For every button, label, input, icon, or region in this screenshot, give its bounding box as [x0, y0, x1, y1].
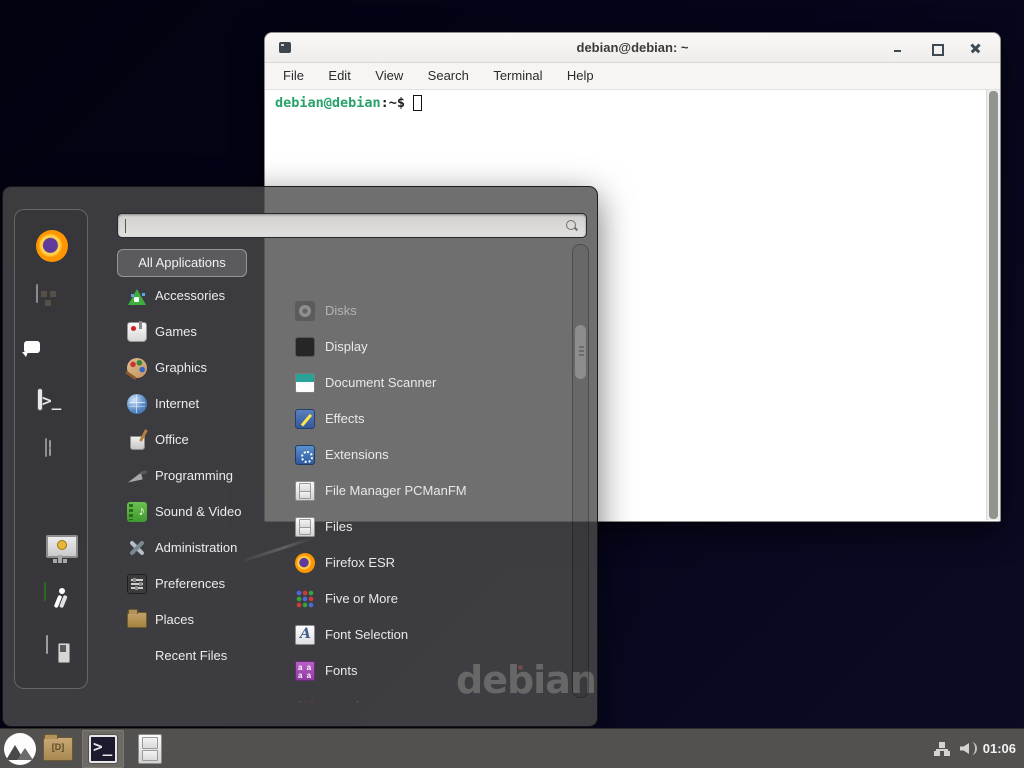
app-firefox-esr[interactable]: Firefox ESR	[281, 545, 567, 581]
internet-icon	[127, 394, 147, 414]
app-disks[interactable]: Disks	[281, 293, 567, 329]
graphics-icon	[127, 358, 147, 378]
accessories-icon	[127, 286, 147, 306]
file-cabinet-icon	[295, 481, 315, 501]
menu-view[interactable]: View	[365, 63, 413, 89]
folder-emblem: [D]	[44, 742, 72, 752]
category-programming[interactable]: Programming	[121, 458, 281, 494]
category-preferences[interactable]: Preferences	[121, 566, 281, 602]
app-four-in-a-row[interactable]: Four-in-a-row	[281, 689, 567, 702]
application-list: Disks Display Document Scanner Effects E…	[281, 242, 567, 702]
places-icon	[127, 612, 147, 628]
preferences-icon	[127, 574, 147, 594]
menu-search[interactable]: Search	[418, 63, 479, 89]
text-caret	[125, 219, 126, 233]
effects-icon	[295, 409, 315, 429]
category-all-applications[interactable]: All Applications	[117, 249, 247, 277]
taskbar-window-terminal[interactable]	[82, 730, 124, 768]
terminal-menubar: File Edit View Search Terminal Help	[265, 63, 1000, 90]
maximize-button[interactable]	[929, 41, 944, 56]
firefox-icon[interactable]	[36, 230, 68, 262]
extensions-icon	[295, 445, 315, 465]
document-scanner-icon	[295, 373, 315, 393]
app-document-scanner[interactable]: Document Scanner	[281, 365, 567, 401]
app-extensions[interactable]: Extensions	[281, 437, 567, 473]
minimize-button[interactable]	[890, 41, 905, 56]
disks-icon	[295, 301, 315, 321]
favorites-column	[14, 209, 88, 689]
file-manager-launcher[interactable]	[134, 733, 166, 765]
app-display[interactable]: Display	[281, 329, 567, 365]
category-games[interactable]: Games	[121, 314, 281, 350]
menu-scrollbar[interactable]	[572, 244, 589, 698]
prompt-tail: :~$	[381, 95, 405, 111]
programming-icon	[127, 466, 147, 486]
category-accessories[interactable]: Accessories	[121, 278, 281, 314]
category-office[interactable]: Office	[121, 422, 281, 458]
file-cabinet-icon	[295, 517, 315, 537]
administration-icon	[127, 538, 147, 558]
clock[interactable]: 01:06	[983, 729, 1016, 768]
five-or-more-icon	[295, 589, 315, 609]
file-manager-icon[interactable]	[45, 438, 47, 457]
fonts-icon	[295, 661, 315, 681]
shell-prompt: debian@debian:~$	[275, 95, 422, 111]
menu-edit[interactable]: Edit	[318, 63, 360, 89]
volume-icon[interactable]	[960, 741, 976, 756]
terminal-titlebar[interactable]: debian@debian: ~	[265, 33, 1000, 63]
close-button[interactable]	[968, 41, 983, 56]
firefox-icon	[295, 553, 315, 573]
menu-help[interactable]: Help	[557, 63, 604, 89]
terminal-icon	[89, 735, 117, 763]
menu-scrollbar-handle[interactable]	[575, 325, 586, 379]
app-effects[interactable]: Effects	[281, 401, 567, 437]
app-fonts[interactable]: Fonts	[281, 653, 567, 689]
category-places[interactable]: Places	[121, 602, 281, 638]
files-launcher[interactable]: [D]	[42, 733, 74, 765]
app-five-or-more[interactable]: Five or More	[281, 581, 567, 617]
category-administration[interactable]: Administration	[121, 530, 281, 566]
font-selection-icon	[295, 625, 315, 645]
log-out-icon[interactable]	[44, 582, 46, 601]
search-icon	[565, 219, 579, 233]
shut-down-icon[interactable]	[46, 635, 48, 654]
monitor-stand	[58, 555, 62, 559]
games-icon	[127, 322, 147, 342]
app-file-manager-pcmanfm[interactable]: File Manager PCManFM	[281, 473, 567, 509]
category-internet[interactable]: Internet	[121, 386, 281, 422]
character-map-icon[interactable]	[36, 284, 38, 303]
application-menu: All Applications Accessories Games Graph…	[2, 186, 598, 727]
app-files[interactable]: Files	[281, 509, 567, 545]
app-font-selection[interactable]: Font Selection	[281, 617, 567, 653]
terminal-cursor	[413, 95, 422, 111]
menu-button[interactable]	[4, 733, 36, 765]
folder-icon: [D]	[43, 737, 73, 761]
terminal-scrollbar[interactable]	[986, 90, 1000, 520]
menu-file[interactable]: File	[273, 63, 314, 89]
search-input[interactable]	[117, 213, 587, 238]
terminal-icon[interactable]	[38, 389, 42, 410]
sound-video-icon	[127, 502, 147, 522]
display-icon	[295, 337, 315, 357]
category-graphics[interactable]: Graphics	[121, 350, 281, 386]
four-in-a-row-icon	[295, 697, 315, 702]
menu-terminal[interactable]: Terminal	[483, 63, 552, 89]
taskbar: [D] 01:06	[0, 728, 1024, 768]
file-cabinet-icon	[138, 734, 162, 764]
network-icon[interactable]	[934, 742, 950, 756]
category-sound-video[interactable]: Sound & Video	[121, 494, 281, 530]
category-recent-files[interactable]: Recent Files	[121, 638, 281, 674]
office-icon	[127, 430, 147, 450]
terminal-scrollbar-handle[interactable]	[989, 91, 998, 519]
prompt-user-host: debian@debian	[275, 95, 381, 111]
